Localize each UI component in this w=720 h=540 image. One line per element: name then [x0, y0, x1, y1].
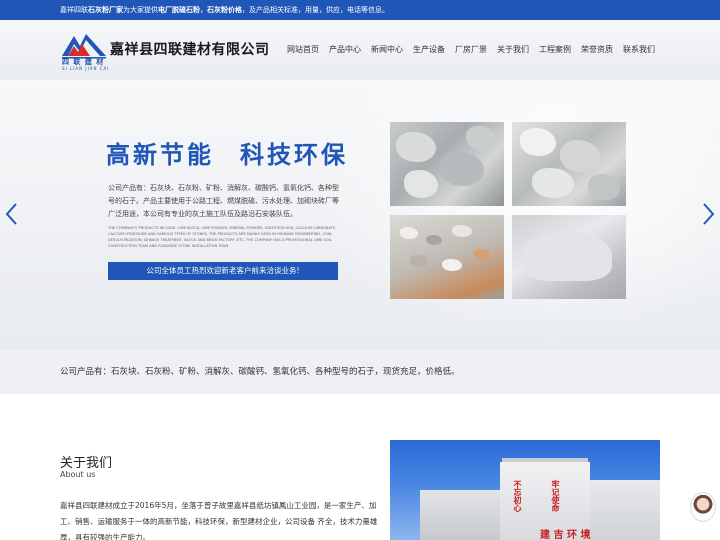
banner-description-english: The company's products include: lime blo…: [108, 226, 337, 248]
about-title: 关于我们: [60, 456, 113, 471]
nav-item-products[interactable]: 产品中心: [324, 44, 366, 55]
topbar-keyword-1[interactable]: 石灰粉厂家: [88, 6, 123, 14]
building-slogan-1: 不忘初心: [513, 480, 522, 512]
main-nav: 网站首页 产品中心 新闻中心 生产设备 厂房厂景 关于我们 工程案例 荣誉资质 …: [282, 44, 660, 55]
product-photo-gravel[interactable]: [390, 215, 504, 299]
product-photo-lime-powder[interactable]: [512, 215, 626, 299]
nav-item-contact[interactable]: 联系我们: [618, 44, 660, 55]
company-name[interactable]: 嘉祥县四联建材有限公司: [110, 39, 270, 59]
topbar-keyword-3[interactable]: 石灰粉价格: [207, 6, 242, 14]
topbar-text-4: ，及产品相关标准，用量，供应，电话等信息。: [242, 6, 389, 14]
slogan-part-2: 科技环保: [240, 140, 348, 169]
nav-item-cases[interactable]: 工程案例: [534, 44, 576, 55]
nav-item-news[interactable]: 新闻中心: [366, 44, 408, 55]
building-left-wing: [420, 490, 500, 540]
about-subtitle: About us: [60, 470, 96, 479]
welcome-button[interactable]: 公司全体员工热烈欢迎新老客户前来洽谈业务!: [108, 262, 338, 280]
building-sign: 建 吉 环 境: [540, 530, 591, 540]
nav-item-home[interactable]: 网站首页: [282, 44, 324, 55]
building-slogan-2: 牢记使命: [551, 480, 560, 512]
nav-item-equipment[interactable]: 生产设备: [408, 44, 450, 55]
topbar-text-2: 为大家提供: [123, 6, 158, 14]
banner-description: 公司产品有：石灰块、石灰粉、矿粉、消解灰、碳酸钙、氢氧化钙、各种型号的石子。产品…: [108, 184, 339, 218]
slogan-part-1: 高新节能: [106, 140, 214, 169]
product-photo-lime-block[interactable]: [390, 122, 504, 206]
topbar-text-3: ，: [200, 6, 207, 14]
product-intro-text: 公司产品有：石灰块、石灰粉、矿粉、消解灰、碳酸钙、氢氧化钙、各种型号的石子，现货…: [60, 367, 460, 377]
nav-item-factory[interactable]: 厂房厂景: [450, 44, 492, 55]
top-announcement-bar: 嘉祥四联石灰粉厂家为大家提供电厂脱硫石粉，石灰粉价格，及产品相关标准，用量，供应…: [0, 0, 720, 20]
hero-banner: 高新节能 科技环保 公司产品有：石灰块、石灰粉、矿粉、消解灰、碳酸钙、氢氧化钙、各…: [0, 80, 720, 350]
site-header: 四 联 建 材 SI LIAN JIAN CAI 嘉祥县四联建材有限公司 网站首…: [0, 20, 720, 80]
nav-item-honors[interactable]: 荣誉资质: [576, 44, 618, 55]
product-intro-strip: 公司产品有：石灰块、石灰粉、矿粉、消解灰、碳酸钙、氢氧化钙、各种型号的石子，现货…: [0, 350, 720, 394]
nav-item-about[interactable]: 关于我们: [492, 44, 534, 55]
banner-slogan: 高新节能 科技环保: [106, 135, 348, 170]
topbar-keyword-2[interactable]: 电厂脱硫石粉: [158, 6, 200, 14]
customer-service-avatar[interactable]: [690, 492, 716, 522]
banner-glow: [300, 80, 720, 350]
about-text: 嘉祥县四联建材成立于2016年5月，坐落于曾子故里嘉祥县纸坊镇鳳山工业园，是一家…: [60, 501, 378, 540]
company-building-photo[interactable]: 不忘初心 牢记使命 建 吉 环 境: [390, 440, 660, 540]
logo-english-text: SI LIAN JIAN CAI: [62, 66, 110, 71]
chevron-left-icon[interactable]: [4, 202, 20, 226]
topbar-text-1: 嘉祥四联: [60, 6, 88, 14]
product-photo-white-stone[interactable]: [512, 122, 626, 206]
chevron-right-icon[interactable]: [700, 202, 716, 226]
building-right-wing: [590, 480, 660, 540]
